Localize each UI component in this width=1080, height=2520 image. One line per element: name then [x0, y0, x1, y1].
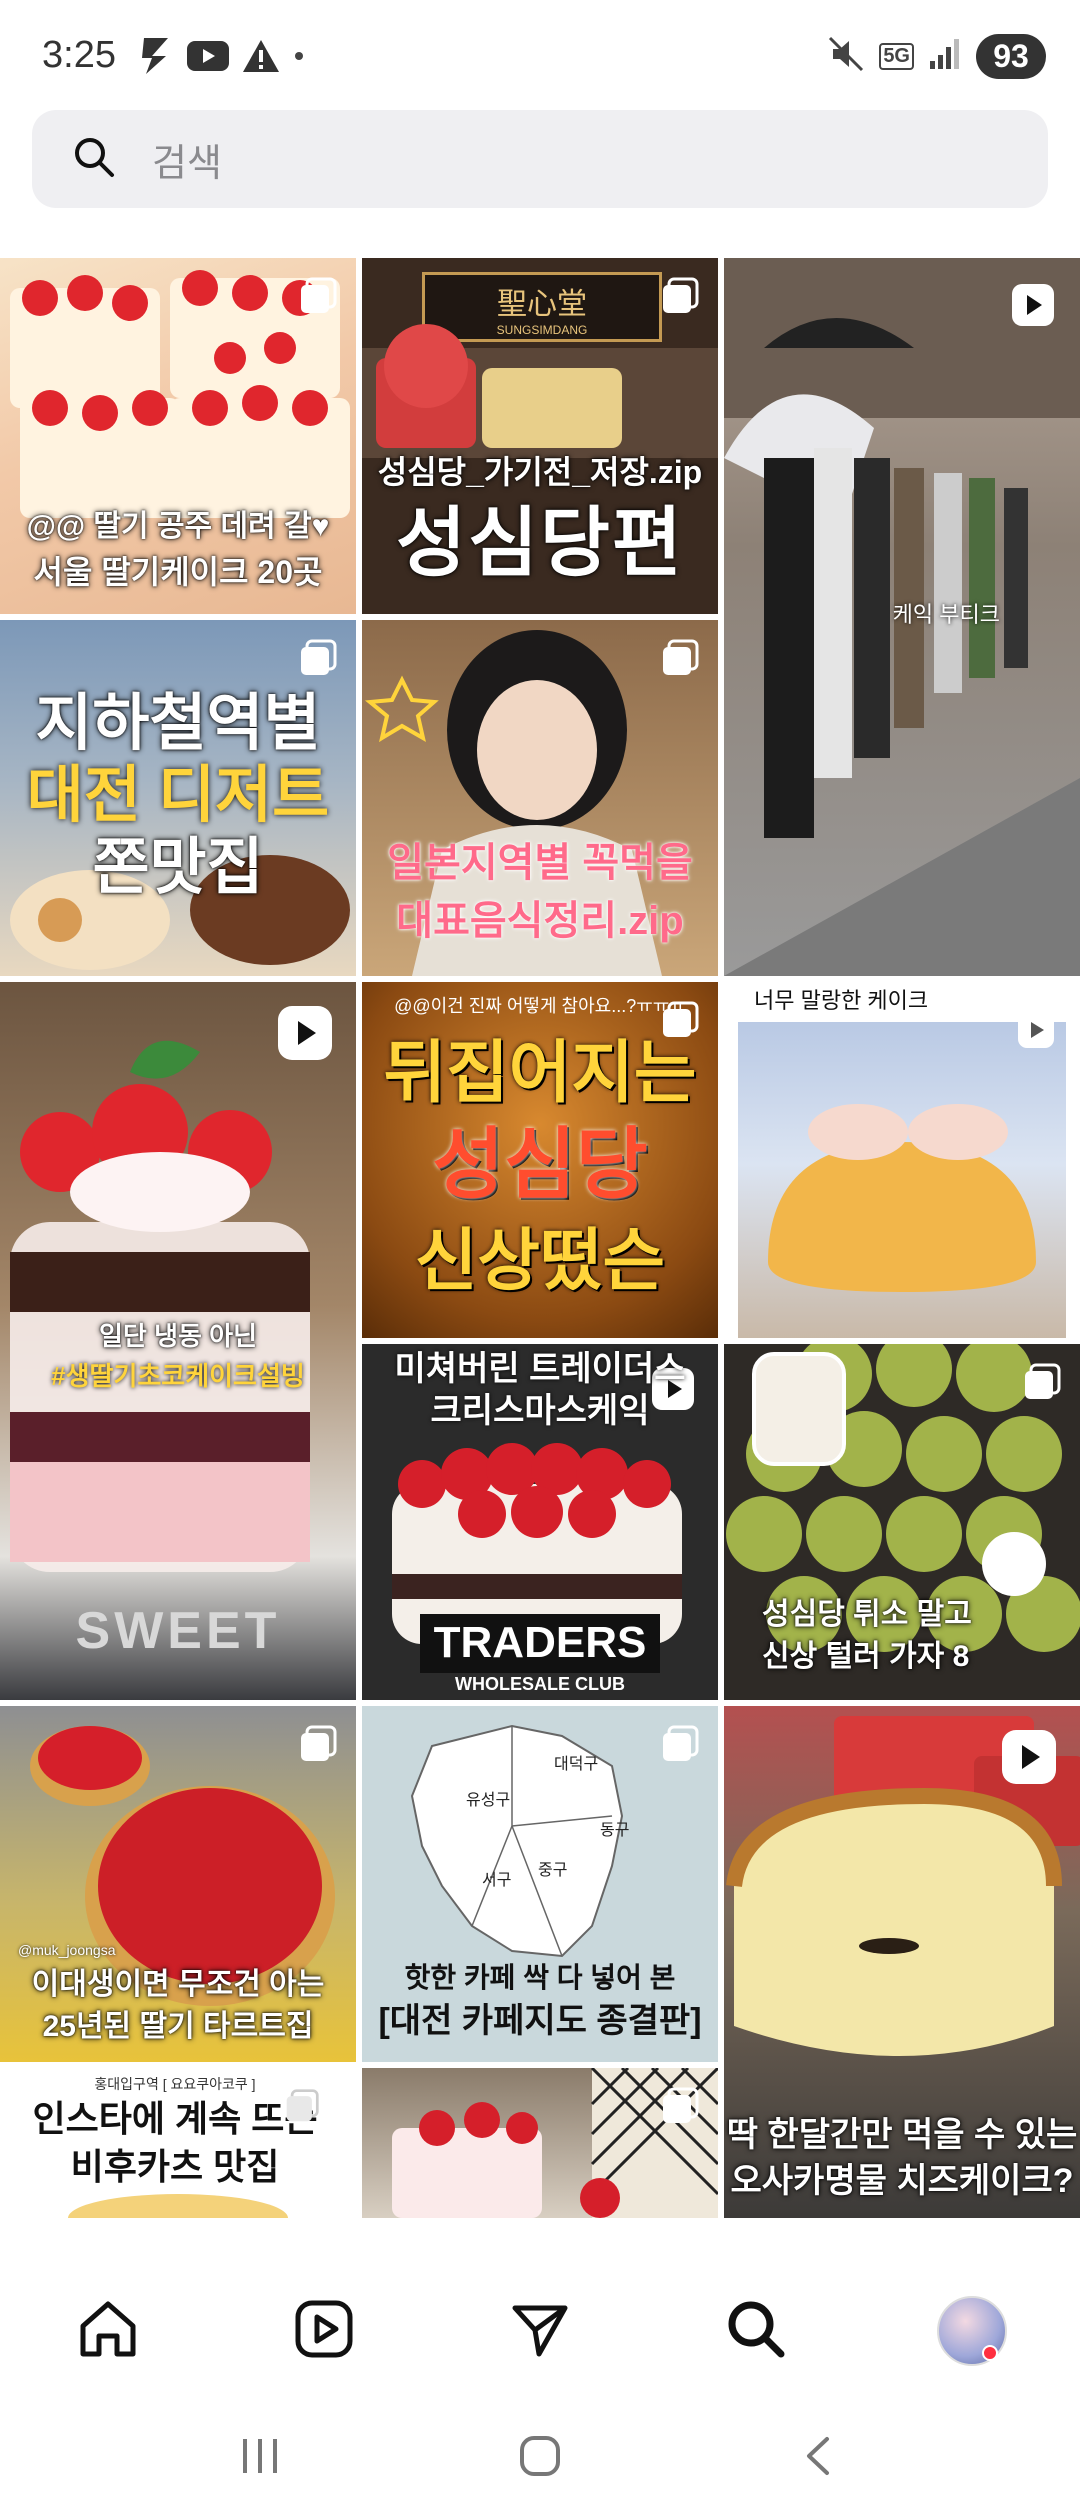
post-brand: SWEET: [75, 1602, 281, 1660]
warning-icon: [242, 39, 280, 73]
post-caption-line2: 성심당: [432, 1120, 648, 1208]
post-caption-line1: 일단 냉동 아닌: [99, 1321, 257, 1351]
status-time: 3:25: [42, 34, 116, 76]
map-district-label: 유성구: [466, 1792, 511, 1809]
reel-icon: [1008, 280, 1058, 335]
post-caption-line1: 핫한 카페 싹 다 넣어 본: [404, 1962, 676, 1993]
post-caption-line1: 성심당_가기전_저장.zip: [377, 454, 703, 490]
carousel-icon: [1022, 1362, 1062, 1407]
post-caption-line1: 미쳐버린 트레이더스: [394, 1350, 686, 1388]
nav-search[interactable]: [696, 2271, 816, 2391]
mute-icon: [827, 35, 865, 78]
carousel-icon: [660, 638, 700, 683]
post-caption-line1: 딱 한달간만 먹을 수 있는: [726, 2116, 1078, 2154]
grid-post-strawberry-tart[interactable]: @muk_joongsa 이대생이면 무조건 아는 25년된 딸기 타르트집: [0, 1706, 356, 2062]
grid-post-sungsimdang[interactable]: 聖心堂 SUNGSIMDANG 성심당_가기전_저장.zip 성심당편: [362, 258, 718, 614]
post-caption-line2: 서울 딸기케이크 20곳: [33, 554, 323, 590]
grid-reel-traders-xmas-cake[interactable]: 미쳐버린 트레이더스 크리스마스케익 TRADERS WHOLESALE CLU…: [362, 1344, 718, 1700]
grid-post-sungsimdang-new[interactable]: @@이건 진짜 어떻게 참아요...?ㅠㅠㅠ 뒤집어지는 성심당 신상떴슨: [362, 982, 718, 1338]
post-caption-line1: 성심당 튀소 말고: [762, 1598, 972, 1631]
grid-post-daejeon-cafe-map[interactable]: 유성구 대덕구 동구 중구 서구 핫한 카페 싹 다 넣어 본 [대전 카페지도…: [362, 1706, 718, 2062]
nav-reels[interactable]: [264, 2271, 384, 2391]
reel-icon: [1016, 1010, 1056, 1055]
post-caption-line2: 25년된 딸기 타르트집: [42, 2010, 314, 2043]
map-district-label: 중구: [538, 1862, 568, 1879]
post-caption-line2: 크리스마스케익: [430, 1392, 650, 1430]
post-brand-sub: WHOLESALE CLUB: [455, 1674, 625, 1694]
messages-icon: [509, 2298, 571, 2365]
post-caption-line1: 지하철역별: [35, 689, 321, 758]
nav-profile[interactable]: [912, 2271, 1032, 2391]
signal-icon: [928, 37, 962, 76]
nav-messages[interactable]: [480, 2271, 600, 2391]
carousel-icon: [298, 276, 338, 321]
nav-home[interactable]: [48, 2271, 168, 2391]
status-bar: 3:25 5G 93: [0, 0, 1080, 110]
post-caption-line2: [대전 카페지도 종결판]: [378, 2002, 702, 2040]
recents-button[interactable]: [237, 2433, 283, 2484]
explore-grid: @@ 딸기 공주 데려 갈♥ 서울 딸기케이크 20곳 聖心堂 SUNGSIMD…: [0, 258, 1080, 2218]
post-caption-top: @@이건 진짜 어떻게 참아요...?ㅠㅠㅠ: [394, 996, 686, 1016]
carousel-icon: [660, 2086, 700, 2131]
carousel-icon: [298, 1724, 338, 1769]
home-icon: [77, 2298, 139, 2365]
post-handle: @muk_joongsa: [18, 1942, 116, 1958]
post-caption-line1: @@ 딸기 공주 데려 갈♥: [26, 510, 330, 543]
post-caption-line1: 케익 부티크: [892, 602, 1000, 627]
post-brand: TRADERS: [420, 1614, 660, 1673]
grid-reel-osaka-cheesecake[interactable]: 딱 한달간만 먹을 수 있는 오사카명물 치즈케이크?: [724, 1706, 1080, 2218]
bottom-navigation: [0, 2266, 1080, 2396]
carousel-icon: [284, 2088, 320, 2129]
bolt-icon: [138, 36, 174, 76]
post-caption-line1: 일본지역별 꼭먹을: [387, 841, 693, 885]
post-caption-line2: #생딸기초코케이크설빙: [51, 1361, 305, 1391]
grid-post-japan-food[interactable]: 일본지역별 꼭먹을 대표음식정리.zip: [362, 620, 718, 976]
post-caption-line2: 대표음식정리.zip: [396, 899, 684, 943]
map-district-label: 대덕구: [554, 1756, 599, 1773]
battery-indicator: 93: [976, 34, 1046, 79]
grid-post-strawberry-cakes[interactable]: @@ 딸기 공주 데려 갈♥ 서울 딸기케이크 20곳: [0, 258, 356, 614]
map-district-label: 동구: [600, 1822, 630, 1839]
post-caption-line3: 신상떴슨: [414, 1223, 666, 1299]
carousel-icon: [298, 638, 338, 683]
status-right-icons: 5G 93: [827, 34, 1046, 79]
carousel-icon: [660, 276, 700, 321]
carousel-icon: [660, 1724, 700, 1769]
grid-post-strawberry-cake-slice[interactable]: [362, 2068, 718, 2218]
post-caption-line2: 대전 디저트: [26, 761, 330, 830]
dot-icon: [292, 49, 306, 63]
post-photo: [738, 1022, 1066, 1338]
grid-post-bifukatsu[interactable]: 홍대입구역 [ 요요쿠아코쿠 ] 인스타에 계속 뜨는 비후카츠 맛집: [0, 2068, 356, 2218]
reel-icon: [1000, 1728, 1058, 1791]
post-caption-line1: 너무 말랑한 케이크: [754, 988, 929, 1013]
grid-reel-cake-boutique-queue[interactable]: 케익 부티크: [724, 258, 1080, 976]
post-caption-line2: 성심당편: [396, 501, 684, 586]
post-caption-line2: 오사카명물 치즈케이크?: [730, 2162, 1074, 2200]
youtube-icon: [186, 40, 230, 72]
post-caption-line1: 이대생이면 무조건 아는: [31, 1968, 325, 2001]
search-icon: [32, 135, 116, 184]
post-caption-line2: 신상 털러 가자 8: [762, 1640, 970, 1673]
map-district-label: 서구: [482, 1872, 512, 1889]
grid-reel-soft-cake[interactable]: 너무 말랑한 케이크: [724, 982, 1080, 1338]
grid-post-sungsimdang-matcha[interactable]: 성심당 튀소 말고 신상 털러 가자 8: [724, 1344, 1080, 1700]
search-icon: [725, 2298, 787, 2365]
network-label: 5G: [879, 43, 914, 70]
grid-post-daejeon-dessert[interactable]: 지하철역별 대전 디저트 쫀맛집: [0, 620, 356, 976]
back-button[interactable]: [797, 2433, 843, 2484]
reels-icon: [293, 2298, 355, 2365]
search-bar[interactable]: 검색: [32, 110, 1048, 208]
grid-reel-strawberry-bingsu[interactable]: 일단 냉동 아닌 #생딸기초코케이크설빙 SWEET: [0, 982, 356, 1700]
home-button[interactable]: [517, 2433, 563, 2484]
system-navigation: [0, 2396, 1080, 2520]
status-left-icons: [138, 36, 306, 76]
search-input[interactable]: 검색: [152, 132, 222, 187]
reel-icon: [276, 1004, 334, 1067]
post-caption-line3: 쫀맛집: [92, 833, 264, 902]
notification-dot: [982, 2345, 998, 2361]
post-caption-line1: 뒤집어지는: [383, 1035, 697, 1111]
